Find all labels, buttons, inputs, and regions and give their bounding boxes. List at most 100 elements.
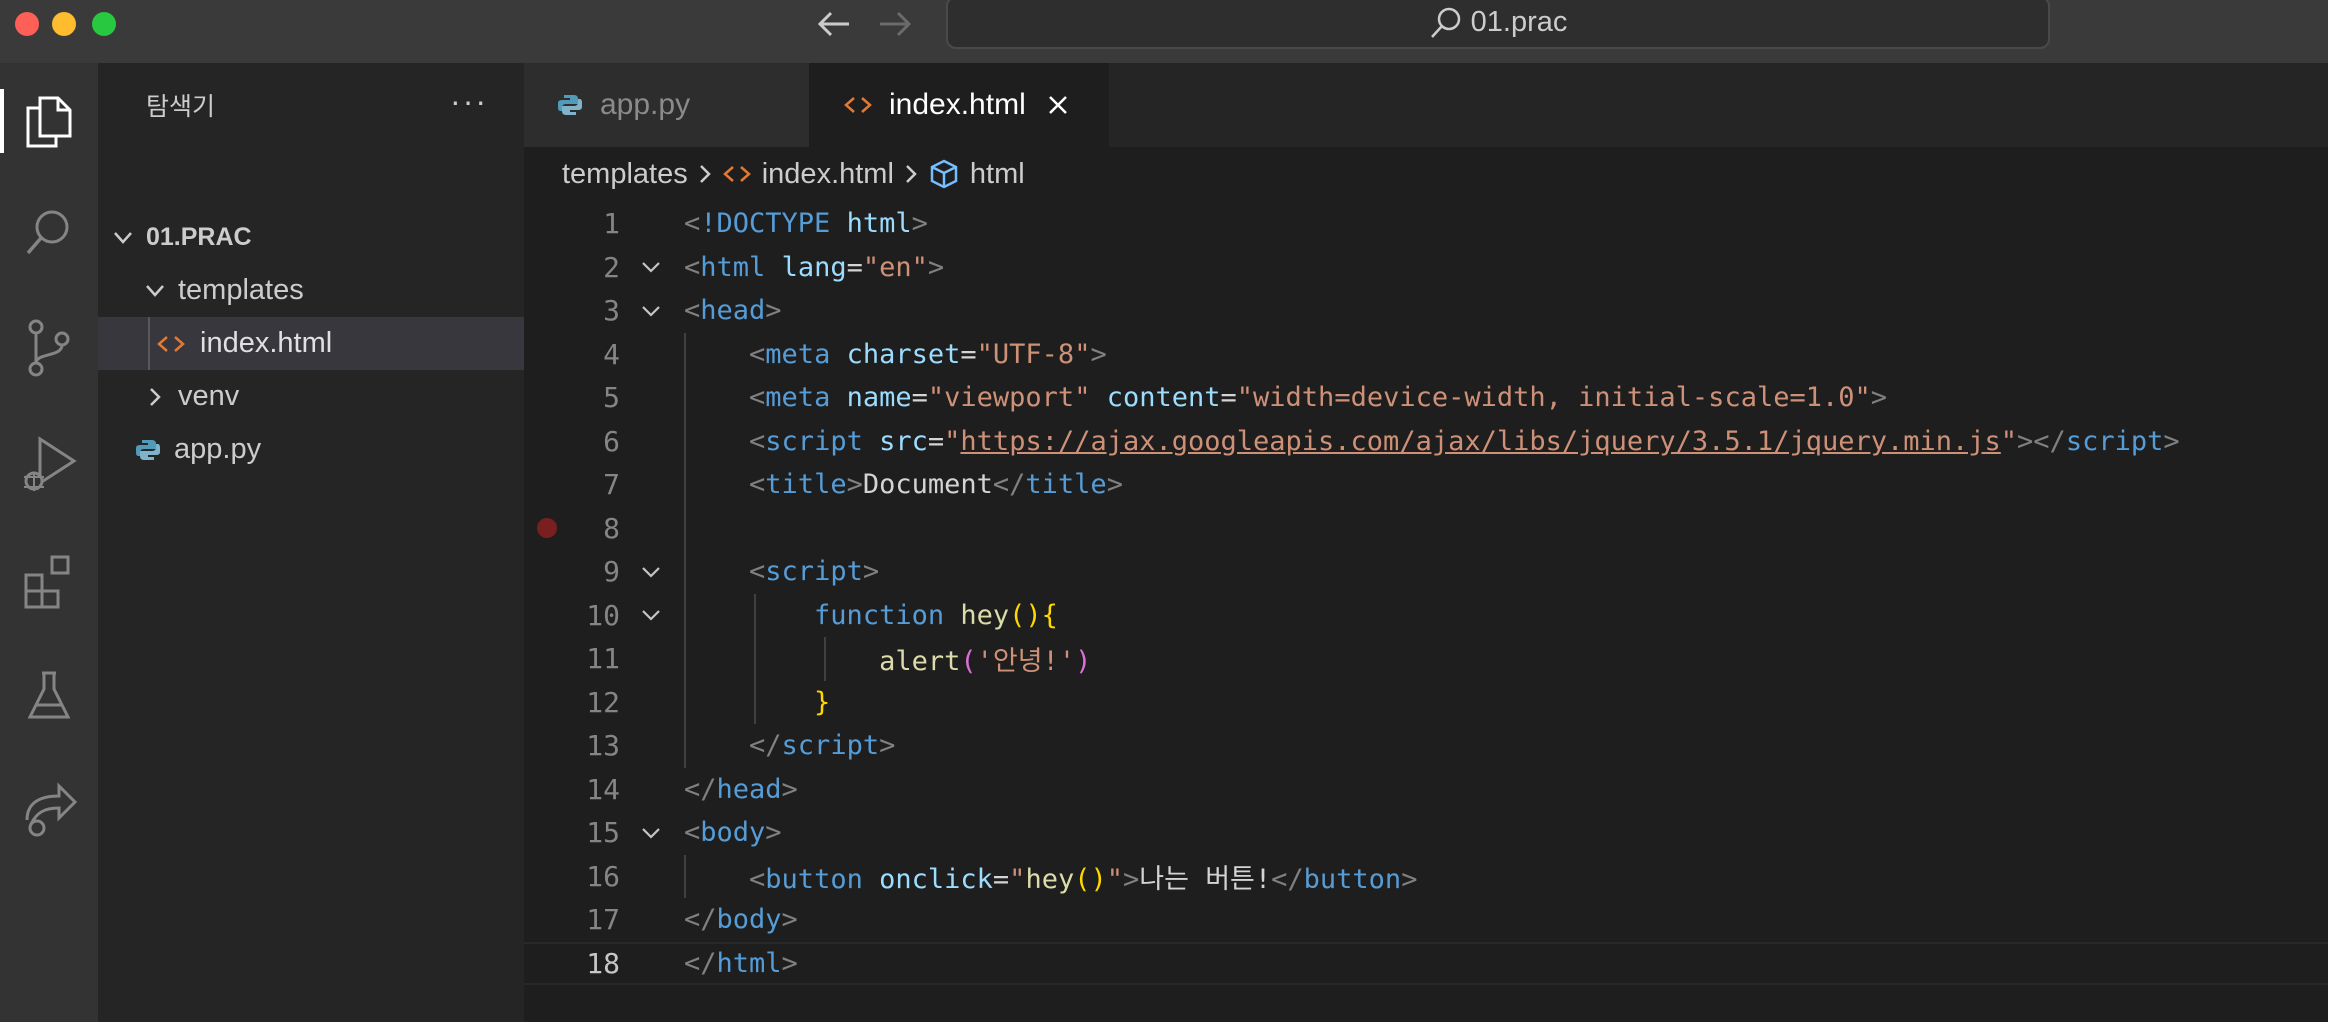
- fold-chevron-icon[interactable]: [636, 260, 666, 274]
- testing-activity-button[interactable]: [0, 656, 98, 736]
- tree-item-label: venv: [178, 380, 240, 412]
- code-line: 6 <script src="https://ajax.googleapis.c…: [524, 420, 2328, 463]
- search-icon: [26, 210, 69, 255]
- line-number: 16: [586, 859, 620, 893]
- tree-item-label: app.py: [174, 433, 262, 465]
- code-line: 9 <script>: [524, 550, 2328, 593]
- line-number: 4: [603, 337, 620, 371]
- files-icon: [26, 96, 72, 148]
- extensions-activity-button[interactable]: [0, 541, 98, 621]
- source-control-icon: [28, 319, 70, 377]
- explorer-activity-button[interactable]: [0, 81, 98, 161]
- search-activity-button[interactable]: [0, 194, 98, 274]
- code-line: 4 <meta charset="UTF-8">: [524, 333, 2328, 376]
- explorer-title: 탐색기: [146, 93, 216, 121]
- breadcrumb-item[interactable]: templates: [562, 158, 688, 191]
- source-control-activity-button[interactable]: [0, 308, 98, 388]
- code-line: 8: [524, 507, 2328, 550]
- code-line: 14 </head>: [524, 768, 2328, 811]
- arrow-right-icon: [880, 11, 912, 37]
- chevron-down-icon: [140, 283, 170, 299]
- remote-activity-button[interactable]: [0, 770, 98, 850]
- command-center-label: 01.prac: [1470, 6, 1568, 38]
- symbol-element-icon: [928, 158, 960, 190]
- code-line: 12 }: [524, 681, 2328, 724]
- line-number: 8: [603, 511, 620, 545]
- line-number: 7: [603, 468, 620, 501]
- minimize-window-button[interactable]: [52, 12, 76, 36]
- close-icon[interactable]: [1046, 93, 1070, 117]
- run-debug-activity-button[interactable]: [0, 424, 98, 504]
- jquery-cdn-link[interactable]: https://ajax.googleapis.com/ajax/libs/jq…: [960, 426, 2000, 457]
- python-file-icon: [134, 436, 162, 464]
- tab-label: app.py: [600, 88, 691, 121]
- fold-chevron-icon[interactable]: [636, 565, 666, 579]
- line-number: 10: [586, 598, 620, 632]
- tab-index-html[interactable]: index.html: [809, 63, 1109, 147]
- code-line: 11 alert('안녕!'): [524, 637, 2328, 680]
- go-back-button[interactable]: [812, 4, 856, 44]
- code-line: 5 <meta name="viewport" content="width=d…: [524, 376, 2328, 419]
- beaker-icon: [27, 671, 71, 719]
- code-line-current: 18 </html>: [524, 941, 2328, 985]
- line-number: 6: [603, 424, 620, 458]
- workspace-root-label: 01.PRAC: [146, 223, 252, 251]
- line-number: 18: [586, 946, 620, 980]
- chevron-right-icon: [904, 163, 918, 185]
- explorer-sidebar: 탐색기 ··· 01.PRAC templates index.html ven…: [98, 63, 524, 1022]
- code-line: 16 <button onclick="hey()">나는 버튼!</butto…: [524, 855, 2328, 898]
- fold-chevron-icon[interactable]: [636, 304, 666, 318]
- line-number: 17: [586, 903, 620, 936]
- html-file-icon: [722, 163, 752, 185]
- code-line: 10 function hey(){: [524, 594, 2328, 637]
- line-number: 11: [586, 642, 620, 675]
- line-number: 15: [586, 816, 620, 849]
- more-actions-button[interactable]: ···: [450, 83, 488, 120]
- line-number: 12: [586, 685, 620, 719]
- code-line: 2 <html lang="en">: [524, 246, 2328, 289]
- tree-item-templates[interactable]: templates: [98, 264, 524, 317]
- extensions-icon: [24, 555, 70, 609]
- code-line: 3 <head>: [524, 289, 2328, 332]
- close-window-button[interactable]: [15, 12, 39, 36]
- tab-label: index.html: [889, 88, 1026, 121]
- line-number: 13: [586, 729, 620, 762]
- line-number: 3: [603, 294, 620, 327]
- activity-bar: [0, 63, 98, 1022]
- fold-chevron-icon[interactable]: [636, 826, 666, 840]
- arrow-left-icon: [817, 11, 849, 37]
- fold-chevron-icon[interactable]: [636, 608, 666, 622]
- html-file-icon: [843, 94, 873, 116]
- python-file-icon: [556, 91, 584, 119]
- indent-guide: [148, 317, 150, 370]
- workspace-root[interactable]: 01.PRAC: [98, 211, 524, 264]
- code-line: 1 <!DOCTYPE html>: [524, 202, 2328, 245]
- breadcrumb: templates index.html html: [524, 147, 2328, 201]
- tab-app-py[interactable]: app.py: [524, 63, 809, 147]
- line-number: 14: [586, 772, 620, 806]
- tree-item-app-py[interactable]: app.py: [98, 423, 524, 476]
- line-number: 1: [603, 207, 620, 240]
- tree-item-venv[interactable]: venv: [98, 370, 524, 423]
- go-forward-button[interactable]: [873, 4, 917, 44]
- breadcrumb-item[interactable]: html: [970, 158, 1025, 191]
- code-line: 17 </body>: [524, 898, 2328, 941]
- tab-bar: app.py index.html: [524, 63, 2328, 147]
- breadcrumb-item[interactable]: index.html: [762, 158, 894, 191]
- search-icon: [1430, 7, 1460, 38]
- code-editor[interactable]: 1 <!DOCTYPE html> 2 <html lang="en"> 3 <…: [524, 201, 2328, 1022]
- html-file-icon: [156, 333, 186, 355]
- code-line: 15 <body>: [524, 811, 2328, 854]
- line-number: 2: [603, 250, 620, 284]
- chevron-right-icon: [140, 386, 170, 408]
- chevron-down-icon: [108, 230, 138, 246]
- chevron-right-icon: [698, 163, 712, 185]
- tree-item-label: templates: [178, 274, 304, 306]
- line-number: 9: [603, 555, 620, 588]
- command-center-search[interactable]: 01.prac: [946, 0, 2050, 49]
- tree-item-index-html[interactable]: index.html: [98, 317, 524, 370]
- maximize-window-button[interactable]: [92, 12, 116, 36]
- run-debug-icon: [24, 436, 77, 491]
- line-number: 5: [603, 381, 620, 414]
- live-share-icon: [25, 782, 78, 837]
